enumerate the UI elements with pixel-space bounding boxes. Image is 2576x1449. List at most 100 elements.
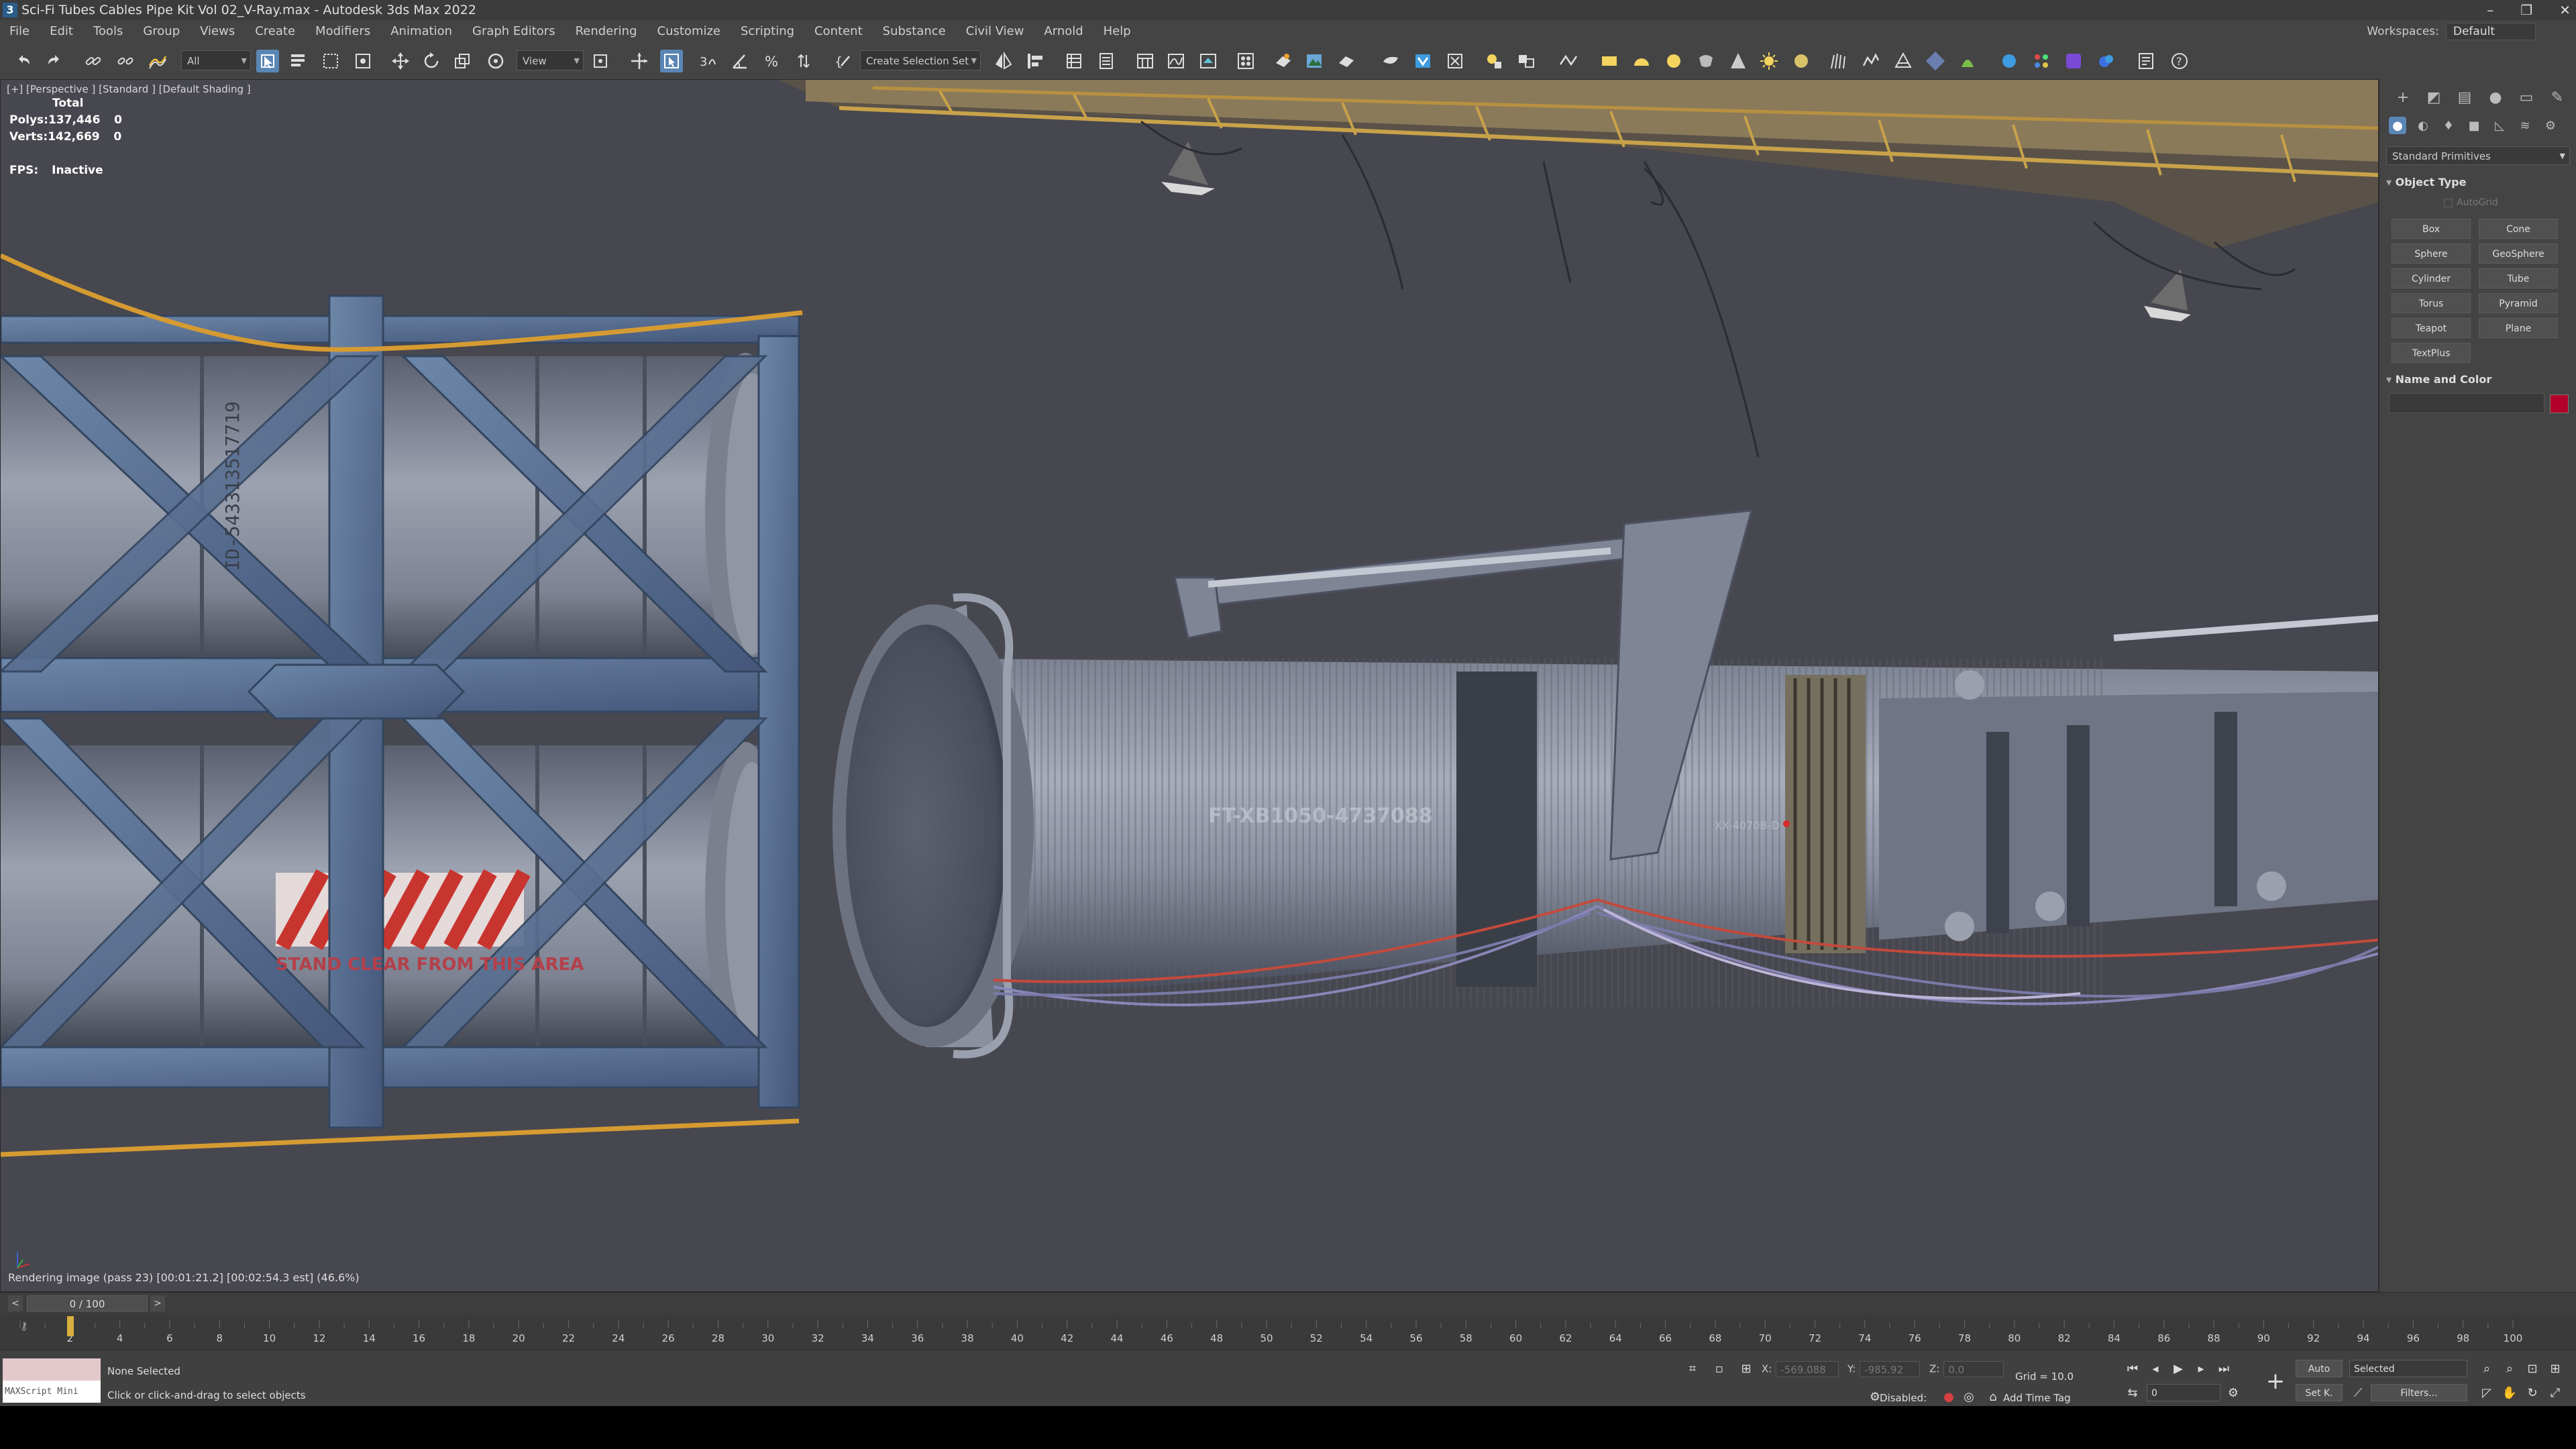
tube-button[interactable]: Tube (2479, 268, 2558, 288)
menu-help[interactable]: Help (1104, 20, 1131, 43)
undo-icon[interactable] (12, 50, 35, 72)
z-field[interactable]: 0.0 (1943, 1361, 2004, 1377)
rotate-icon[interactable] (420, 50, 443, 72)
vray-cosmos-icon[interactable] (2062, 50, 2085, 72)
vray-mesh-light-icon[interactable] (1695, 50, 1717, 72)
select-manipulate-icon[interactable] (628, 50, 651, 72)
current-frame-marker[interactable] (67, 1316, 74, 1336)
set-key-big-icon[interactable]: + (2262, 1368, 2289, 1395)
workspaces-selector[interactable]: Workspaces: Default (2367, 20, 2536, 43)
move-icon[interactable] (389, 50, 412, 72)
y-field[interactable]: -985.92 (1860, 1361, 1921, 1377)
pan-view-icon[interactable]: ✋ (2501, 1384, 2518, 1401)
name-and-color-rollout[interactable]: Name and Color (2386, 370, 2570, 389)
menu-edit[interactable]: Edit (50, 20, 73, 43)
vray-clipper-icon[interactable] (1892, 50, 1915, 72)
shapes-category-icon[interactable]: ◐ (2414, 117, 2432, 134)
menu-rendering[interactable]: Rendering (576, 20, 637, 43)
time-slider[interactable]: < 0 / 100 > (0, 1292, 2576, 1316)
menu-create[interactable]: Create (255, 20, 295, 43)
vray-palette-icon[interactable] (2030, 50, 2053, 72)
schematic-view-icon[interactable] (1197, 50, 1220, 72)
time-tag-icon[interactable]: ⌂ (1984, 1388, 2002, 1405)
redo-icon[interactable] (43, 50, 66, 72)
rendered-frame-window-icon[interactable] (1303, 50, 1326, 72)
menu-arnold[interactable]: Arnold (1044, 20, 1083, 43)
record-dot-icon[interactable]: ● (1940, 1388, 1957, 1405)
render-production-icon[interactable] (1335, 50, 1358, 72)
vray-scene-converter-icon[interactable] (1998, 50, 2021, 72)
teapot-button[interactable]: Teapot (2392, 318, 2471, 338)
time-slider-next-icon[interactable]: > (150, 1295, 165, 1311)
current-frame-field[interactable]: 0 (2147, 1384, 2220, 1401)
vray-decal-icon[interactable] (1924, 50, 1947, 72)
workspaces-value[interactable]: Default (2445, 23, 2536, 40)
key-filters-button[interactable]: Filters... (2371, 1384, 2467, 1401)
cameras-category-icon[interactable]: ■ (2465, 117, 2483, 134)
menu-group[interactable]: Group (143, 20, 180, 43)
next-frame-icon[interactable]: ▸ (2192, 1360, 2210, 1377)
vray-plane-icon[interactable] (1598, 50, 1621, 72)
maxscript-input[interactable]: MAXScript Mini (3, 1381, 101, 1403)
link-icon[interactable] (82, 50, 105, 72)
live-toggle-icon[interactable]: ◎ (1960, 1388, 1978, 1405)
zoom-extents-icon[interactable]: ⊡ (2524, 1360, 2541, 1377)
maxscript-output[interactable] (3, 1358, 101, 1381)
toggle-scene-explorer-icon[interactable] (1095, 50, 1118, 72)
isolate-selection-icon[interactable]: ⌗ (1684, 1360, 1701, 1377)
zoom-all-icon[interactable]: ⌕ (2501, 1360, 2518, 1377)
menu-file[interactable]: File (9, 20, 30, 43)
selection-lock-icon[interactable]: ▫ (1711, 1360, 1728, 1377)
torus-button[interactable]: Torus (2392, 293, 2471, 313)
vray-mesh-export-icon[interactable] (1515, 50, 1538, 72)
play-icon[interactable]: ▶ (2169, 1360, 2187, 1377)
vray-sphere-light-icon[interactable] (1662, 50, 1685, 72)
track-bar[interactable]: 2 4 6 8 10 12 14 16 18 20 22 24 26 28 30 32 34 36 38 40 42 44… (0, 1315, 2576, 1350)
angle-snap-icon[interactable] (729, 50, 751, 72)
bind-spacewarp-icon[interactable] (146, 50, 169, 72)
ref-coord-dropdown[interactable]: View (517, 50, 584, 71)
material-editor-icon[interactable] (1234, 50, 1257, 72)
menu-scripting[interactable]: Scripting (741, 20, 794, 43)
autogrid-checkbox[interactable]: AutoGrid (2444, 197, 2498, 208)
menu-views[interactable]: Views (200, 20, 235, 43)
hierarchy-tab-icon[interactable]: ▤ (2455, 87, 2475, 107)
vray-fur-icon[interactable] (1827, 50, 1850, 72)
utilities-tab-icon[interactable]: ✎ (2547, 87, 2567, 107)
orbit-icon[interactable]: ↻ (2524, 1384, 2541, 1401)
vray-displacement-icon[interactable] (1860, 50, 1882, 72)
vray-dome-light-icon[interactable] (1630, 50, 1653, 72)
key-icon[interactable]: ⚷ (20, 1320, 28, 1332)
absolute-mode-icon[interactable]: ⊞ (1737, 1360, 1755, 1377)
window-crossing-icon[interactable] (352, 50, 374, 72)
set-key-button[interactable]: Set K. (2296, 1384, 2343, 1401)
object-type-rollout[interactable]: Object Type (2386, 173, 2570, 192)
vray-tool-icon[interactable] (1444, 50, 1466, 72)
vray-proxy-icon[interactable] (1556, 50, 1579, 72)
selection-region-icon[interactable] (319, 50, 342, 72)
mirror-icon[interactable] (991, 50, 1014, 72)
helpers-category-icon[interactable]: ◺ (2491, 117, 2508, 134)
render-setup-icon[interactable] (1272, 50, 1295, 72)
ribbon-toggle-icon[interactable] (1134, 50, 1157, 72)
key-filter-dropdown[interactable]: Selected (2349, 1360, 2467, 1377)
select-by-name-icon[interactable] (287, 50, 310, 72)
vray-light-lister-icon[interactable] (1483, 50, 1505, 72)
menu-animation[interactable]: Animation (390, 20, 452, 43)
x-field[interactable]: -569.088 (1776, 1361, 1839, 1377)
menu-content[interactable]: Content (814, 20, 863, 43)
close-icon[interactable]: ✕ (2559, 2, 2571, 18)
textplus-button[interactable]: TextPlus (2392, 343, 2471, 363)
snaps-toggle-icon[interactable]: 3 (696, 50, 719, 72)
selection-set-dropdown[interactable]: Create Selection Set (860, 50, 981, 71)
zoom-extents-all-icon[interactable]: ⊞ (2546, 1360, 2564, 1377)
cone-button[interactable]: Cone (2479, 219, 2558, 239)
pyramid-button[interactable]: Pyramid (2479, 293, 2558, 313)
select-object-icon[interactable] (256, 50, 279, 72)
edit-named-selection-icon[interactable]: { (832, 50, 855, 72)
align-icon[interactable] (1024, 50, 1046, 72)
pivot-center-icon[interactable] (589, 50, 612, 72)
auto-key-button[interactable]: Auto (2296, 1360, 2343, 1377)
spinner-snap-icon[interactable] (793, 50, 816, 72)
maximize-viewport-icon[interactable]: ⤢ (2546, 1384, 2564, 1401)
